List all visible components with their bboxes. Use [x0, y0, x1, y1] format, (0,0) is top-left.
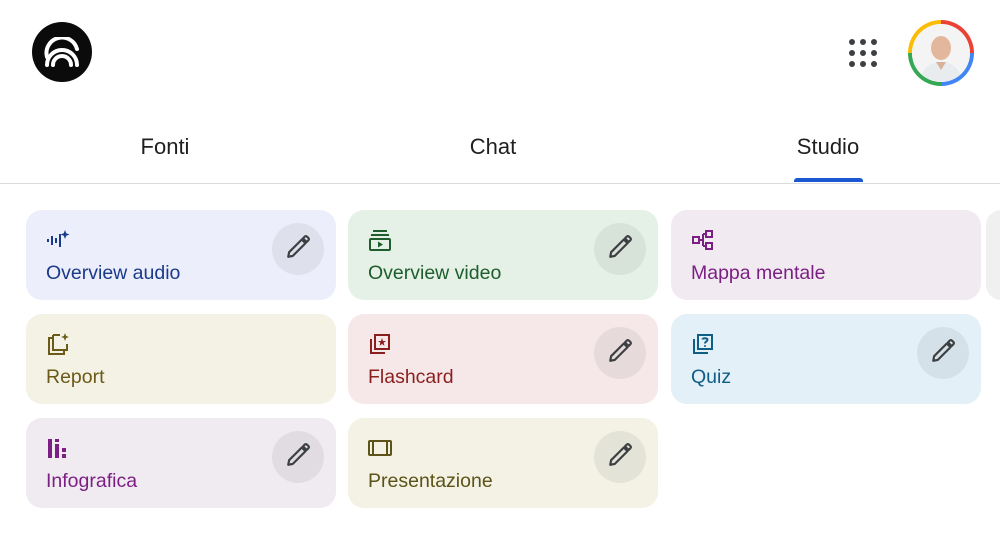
card-label: Quiz — [691, 366, 732, 388]
card-label: Overview audio — [46, 262, 181, 284]
card-label: Presentazione — [368, 470, 493, 492]
studio-card-quiz[interactable]: Quiz — [671, 314, 981, 404]
quiz-icon — [691, 332, 715, 356]
notebook-logo-icon[interactable] — [32, 22, 92, 82]
notebook-logo-glyph — [44, 37, 79, 67]
studio-card-flashcard[interactable]: Flashcard — [348, 314, 658, 404]
card-label: Overview video — [368, 262, 502, 284]
video-stack-icon — [368, 228, 392, 252]
edit-button[interactable] — [272, 223, 324, 275]
card-label: Infografica — [46, 470, 138, 492]
infographic-icon — [46, 436, 70, 460]
tab-fonti[interactable]: Fonti — [100, 110, 230, 183]
studio-card-infografica[interactable]: Infografica — [26, 418, 336, 508]
studio-card-presentazione[interactable]: Presentazione — [348, 418, 658, 508]
active-tab-indicator — [794, 178, 863, 182]
studio-card-overview-video[interactable]: Overview video — [348, 210, 658, 300]
scroll-edge-card — [986, 210, 1000, 300]
apps-grid-icon[interactable] — [846, 36, 880, 70]
card-label: Flashcard — [368, 366, 454, 388]
edit-button[interactable] — [594, 327, 646, 379]
avatar-photo — [912, 24, 970, 82]
pencil-icon — [930, 338, 956, 369]
pencil-icon — [607, 338, 633, 369]
tab-chat[interactable]: Chat — [428, 110, 558, 183]
edit-button[interactable] — [594, 223, 646, 275]
pencil-icon — [285, 234, 311, 265]
tab-bar: Fonti Chat Studio — [0, 110, 1000, 184]
pencil-icon — [285, 442, 311, 473]
slides-icon — [368, 436, 392, 460]
audio-waveform-icon — [46, 228, 70, 252]
report-sparkle-icon — [46, 332, 70, 356]
pencil-icon — [607, 442, 633, 473]
edit-button[interactable] — [594, 431, 646, 483]
studio-card-report[interactable]: Report — [26, 314, 336, 404]
tab-studio[interactable]: Studio — [762, 110, 894, 183]
card-label: Report — [46, 366, 105, 388]
flashcard-icon — [368, 332, 392, 356]
pencil-icon — [607, 234, 633, 265]
user-avatar[interactable] — [908, 20, 974, 86]
studio-card-mappa-mentale[interactable]: Mappa mentale — [671, 210, 981, 300]
studio-card-overview-audio[interactable]: Overview audio — [26, 210, 336, 300]
edit-button[interactable] — [272, 431, 324, 483]
card-label: Mappa mentale — [691, 262, 826, 284]
mind-map-icon — [691, 228, 715, 252]
edit-button[interactable] — [917, 327, 969, 379]
